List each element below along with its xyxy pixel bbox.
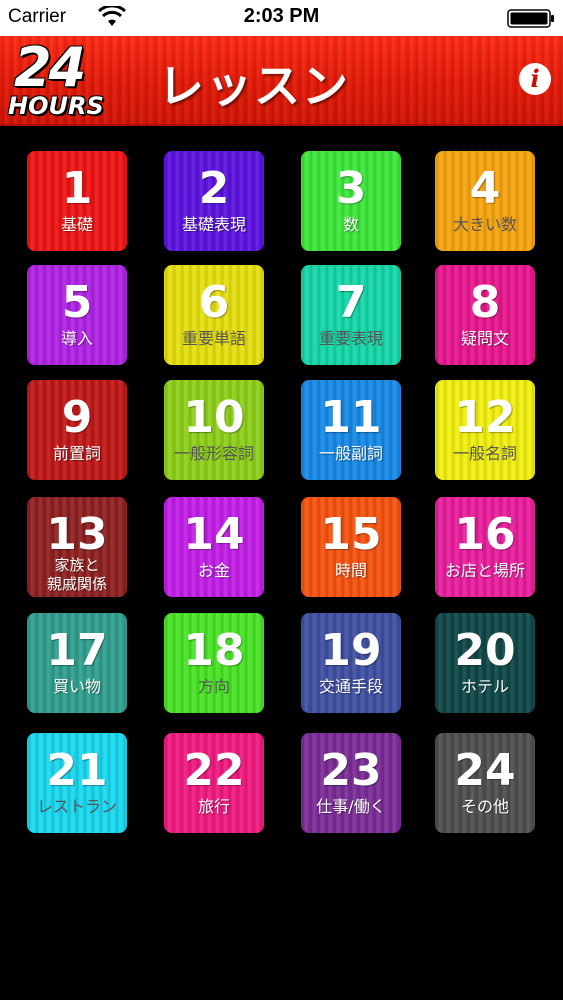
lesson-label: 家族と 親戚関係 [27, 556, 127, 594]
lesson-number: 24 [454, 745, 516, 796]
lesson-label-line-2: 親戚関係 [46, 575, 107, 593]
lesson-tile-22[interactable]: 22 旅行 [164, 733, 264, 833]
lesson-tile-12[interactable]: 12 一般名詞 [435, 380, 535, 480]
lesson-number: 4 [469, 163, 501, 214]
lesson-number: 6 [198, 277, 230, 328]
logo-number: 24 [14, 36, 86, 99]
lesson-tile-19[interactable]: 19 交通手段 [301, 613, 401, 713]
lesson-label: 一般形容詞 [173, 444, 254, 463]
lesson-label: お金 [197, 561, 230, 580]
info-button[interactable]: i [519, 63, 551, 95]
lesson-number: 18 [183, 625, 245, 676]
lesson-tile-24[interactable]: 24 その他 [435, 733, 535, 833]
lesson-number: 11 [320, 392, 382, 443]
lesson-number: 20 [454, 625, 516, 676]
lesson-number: 8 [469, 277, 501, 328]
lesson-label: 導入 [60, 329, 93, 348]
lesson-number: 5 [61, 277, 93, 328]
lesson-tile-13[interactable]: 13 家族と 親戚関係 [27, 497, 127, 597]
info-icon: i [530, 64, 540, 93]
lesson-tile-9[interactable]: 9 前置詞 [27, 380, 127, 480]
lesson-label: 数 [342, 215, 359, 234]
lesson-tile-15[interactable]: 15 時間 [301, 497, 401, 597]
lesson-label: 大きい数 [452, 215, 517, 234]
lesson-label: 仕事/働く [316, 797, 386, 816]
lesson-label: 一般副詞 [318, 444, 383, 463]
app-logo: 24 HOURS [6, 36, 126, 120]
lesson-number: 16 [454, 509, 516, 560]
lesson-label: その他 [460, 797, 509, 816]
lesson-label: 時間 [334, 561, 367, 580]
lesson-tile-2[interactable]: 2 基礎表現 [164, 151, 264, 251]
lesson-number: 22 [183, 745, 245, 796]
lesson-tile-8[interactable]: 8 疑問文 [435, 265, 535, 365]
lesson-label: 前置詞 [52, 444, 101, 463]
lesson-number: 15 [320, 509, 382, 560]
lesson-tile-23[interactable]: 23 仕事/働く [301, 733, 401, 833]
lesson-number: 12 [454, 392, 516, 443]
logo-text: HOURS [8, 92, 104, 120]
lesson-tile-17[interactable]: 17 買い物 [27, 613, 127, 713]
page-title: レッスン [158, 59, 350, 113]
lesson-tile-6[interactable]: 6 重要単語 [164, 265, 264, 365]
lesson-label: 疑問文 [460, 329, 509, 348]
lesson-label: お店と場所 [444, 561, 525, 580]
lesson-number: 1 [61, 163, 93, 214]
lesson-label: 重要表現 [318, 329, 383, 348]
lesson-label-line-1: 家族と [54, 556, 100, 574]
header-bar: 24 HOURS レッスン i [0, 36, 563, 126]
lesson-tile-16[interactable]: 16 お店と場所 [435, 497, 535, 597]
lesson-number: 13 [46, 509, 108, 560]
lesson-tile-5[interactable]: 5 導入 [27, 265, 127, 365]
clock: 2:03 PM [243, 5, 320, 27]
lesson-label: 交通手段 [318, 677, 383, 696]
lesson-number: 23 [320, 745, 382, 796]
lesson-label: 重要単語 [181, 329, 246, 348]
lesson-label: ホテル [460, 677, 509, 696]
lesson-tile-21[interactable]: 21 レストラン [27, 733, 127, 833]
lesson-tile-11[interactable]: 11 一般副詞 [301, 380, 401, 480]
status-bar: Carrier 2:03 PM [0, 0, 563, 36]
lesson-label: レストラン [36, 797, 117, 816]
lesson-number: 10 [183, 392, 245, 443]
lesson-tile-3[interactable]: 3 数 [301, 151, 401, 251]
battery-icon [507, 9, 554, 28]
lesson-tile-20[interactable]: 20 ホテル [435, 613, 535, 713]
lesson-tile-18[interactable]: 18 方向 [164, 613, 264, 713]
lesson-tile-10[interactable]: 10 一般形容詞 [164, 380, 264, 480]
lesson-number: 3 [335, 163, 367, 214]
lesson-tile-7[interactable]: 7 重要表現 [301, 265, 401, 365]
lesson-tile-4[interactable]: 4 大きい数 [435, 151, 535, 251]
lesson-label: 基礎表現 [181, 215, 246, 234]
lesson-number: 9 [61, 392, 93, 443]
lesson-tile-1[interactable]: 1 基礎 [27, 151, 127, 251]
lesson-label: 基礎 [60, 215, 93, 234]
lesson-number: 14 [183, 509, 245, 560]
lesson-tile-14[interactable]: 14 お金 [164, 497, 264, 597]
lesson-number: 21 [46, 745, 108, 796]
lesson-number: 2 [198, 163, 230, 214]
lesson-label: 一般名詞 [452, 444, 517, 463]
lesson-number: 17 [46, 625, 108, 676]
lesson-label: 方向 [197, 677, 230, 696]
lesson-label: 旅行 [197, 797, 230, 816]
lesson-label: 買い物 [52, 677, 101, 696]
lesson-number: 19 [320, 625, 382, 676]
lesson-number: 7 [335, 277, 367, 328]
